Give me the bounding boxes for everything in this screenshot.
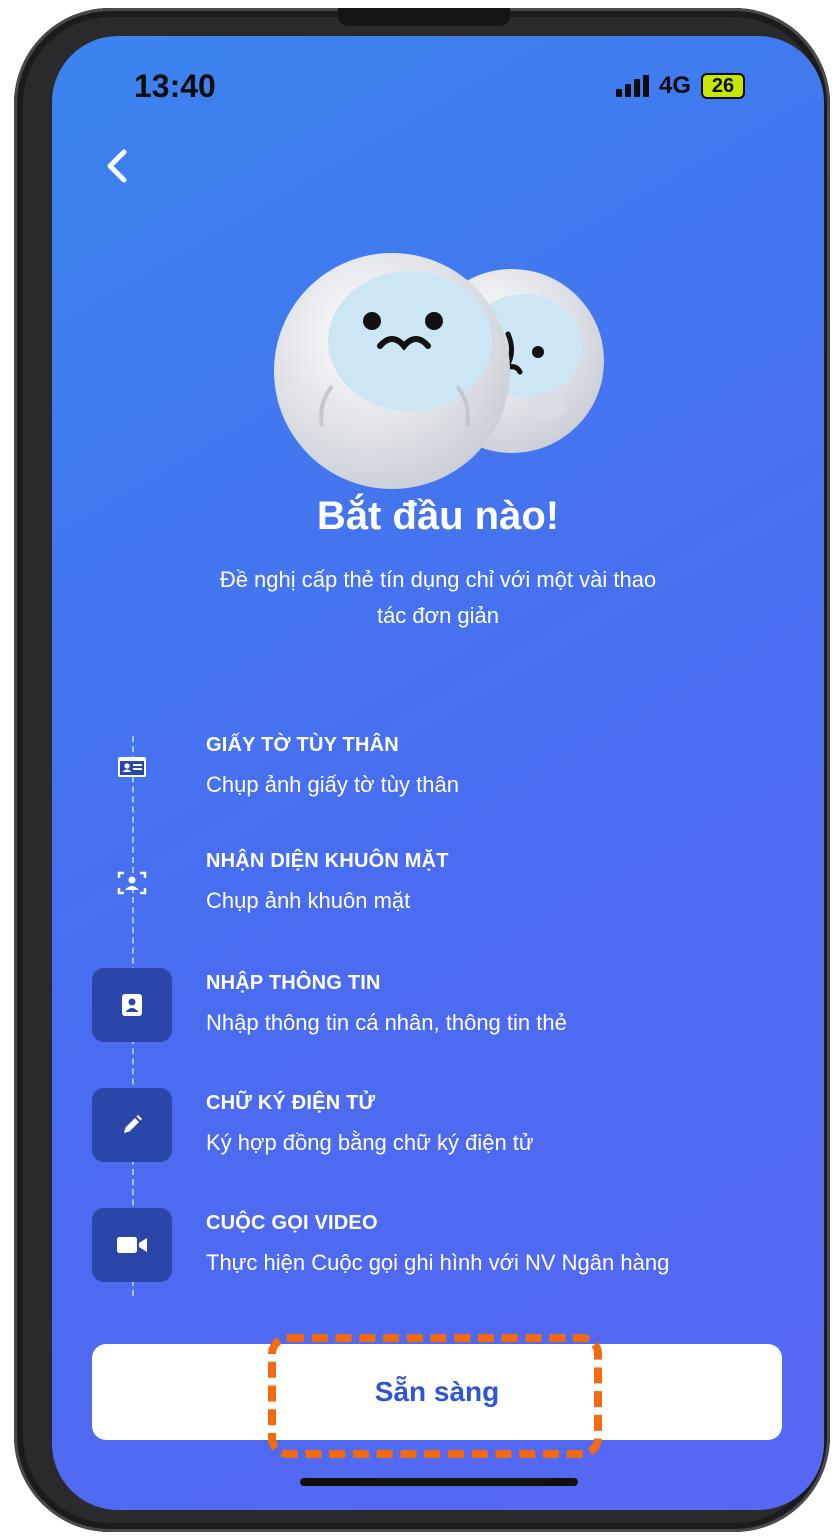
- step-id-document: GIẤY TỜ TÙY THÂN Chụp ảnh giấy tờ tùy th…: [92, 730, 812, 820]
- page-title: Bắt đầu nào!: [316, 494, 560, 538]
- mascot-illustration: [274, 253, 604, 489]
- status-time: 13:40: [134, 68, 216, 104]
- step-title: NHẬN DIỆN KHUÔN MẶT: [206, 850, 449, 872]
- signal-icon: [616, 75, 649, 97]
- home-indicator: [300, 1478, 578, 1486]
- app-screen: 13:40 4G 26 Bắt đầu nào! Đề nghị cấp thẻ…: [52, 36, 824, 1510]
- status-indicators: 4G 26: [616, 72, 746, 100]
- step-enter-info: NHẬP THÔNG TIN Nhập thông tin cá nhân, t…: [92, 968, 812, 1058]
- step-icon-box: [92, 968, 172, 1042]
- step-title: CUỘC GỌI VIDEO: [206, 1212, 378, 1234]
- back-chevron-icon[interactable]: [98, 146, 138, 186]
- face-scan-icon: [117, 871, 147, 895]
- step-face-recognition: NHẬN DIỆN KHUÔN MẶT Chụp ảnh khuôn mặt: [92, 846, 812, 936]
- step-description: Chụp ảnh giấy tờ tùy thân: [206, 772, 459, 797]
- step-icon-box: [92, 1208, 172, 1282]
- step-description: Ký hợp đồng bằng chữ ký điện tử: [206, 1130, 534, 1155]
- page-subtitle: Đề nghị cấp thẻ tín dụng chỉ với một vài…: [219, 567, 657, 628]
- step-description: Nhập thông tin cá nhân, thông tin thẻ: [206, 1010, 567, 1035]
- battery-level: 26: [711, 74, 735, 97]
- step-icon-box: [92, 846, 172, 920]
- step-title: GIẤY TỜ TÙY THÂN: [206, 734, 399, 756]
- highlight-annotation-box: [268, 1334, 602, 1458]
- contact-icon: [122, 994, 142, 1016]
- step-description: Chụp ảnh khuôn mặt: [206, 888, 411, 913]
- video-camera-icon: [117, 1237, 147, 1253]
- step-title: CHỮ KÝ ĐIỆN TỬ: [206, 1092, 376, 1114]
- battery-icon: 26: [701, 73, 746, 99]
- step-icon-box: [92, 730, 172, 804]
- pencil-icon: [124, 1115, 142, 1133]
- step-video-call: CUỘC GỌI VIDEO Thực hiện Cuộc gọi ghi hì…: [92, 1208, 812, 1298]
- network-type: 4G: [659, 72, 692, 99]
- step-description: Thực hiện Cuộc gọi ghi hình với NV Ngân …: [206, 1250, 670, 1275]
- step-icon-box: [92, 1088, 172, 1162]
- id-card-icon: [118, 757, 146, 777]
- step-title: NHẬP THÔNG TIN: [206, 972, 381, 994]
- phone-top-notch: [338, 8, 510, 26]
- step-e-signature: CHỮ KÝ ĐIỆN TỬ Ký hợp đồng bằng chữ ký đ…: [92, 1088, 812, 1178]
